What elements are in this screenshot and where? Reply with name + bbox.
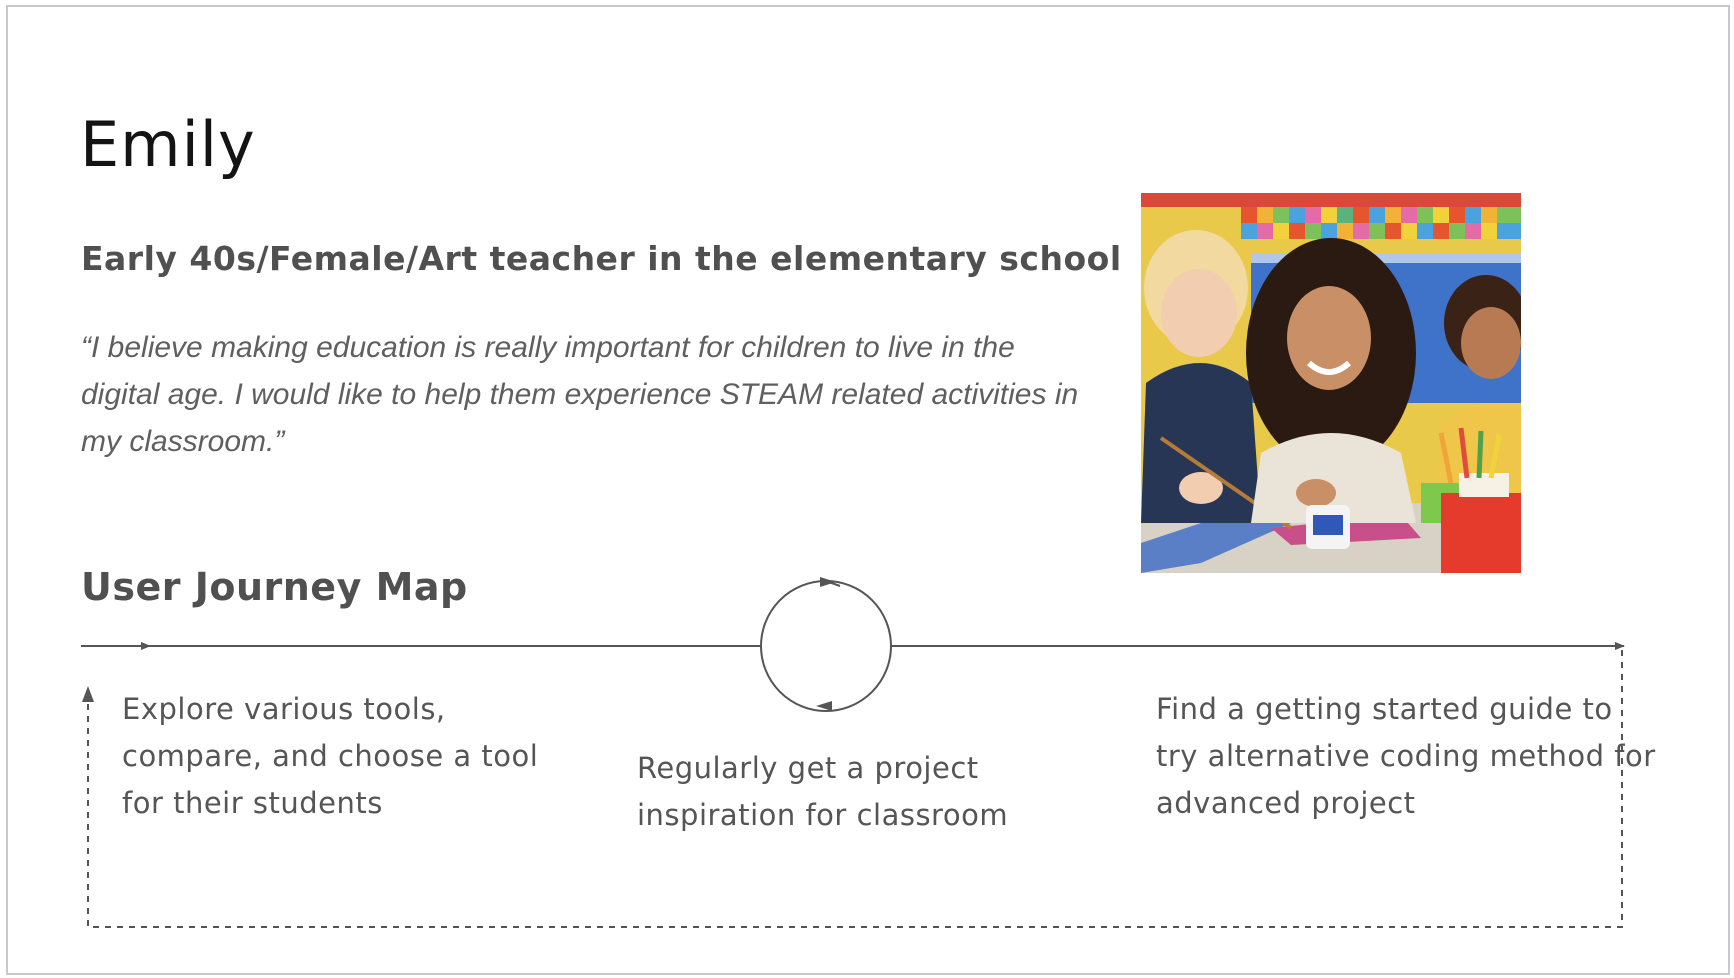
- journey-step-2: Regularly get a project inspiration for …: [637, 751, 1009, 832]
- cycle-loop-icon: [760, 577, 892, 712]
- return-arrowhead: [82, 686, 94, 702]
- journey-step-1: Explore various tools, compare, and choo…: [122, 692, 539, 820]
- journey-step-3: Find a getting started guide to try alte…: [1156, 692, 1656, 820]
